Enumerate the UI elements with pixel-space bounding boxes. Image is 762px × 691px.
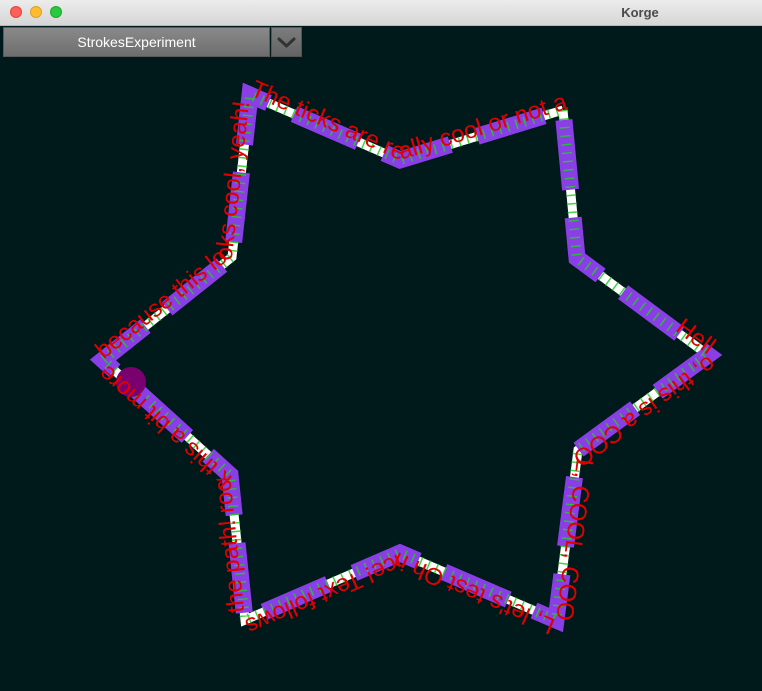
path-text-content: Hello, this is a COOL, COOL, COOL, let's… bbox=[0, 58, 721, 640]
path-text: Hello, this is a COOL, COOL, COOL, let's… bbox=[0, 58, 721, 640]
close-window-button[interactable] bbox=[10, 6, 22, 18]
stroke-base bbox=[96, 88, 716, 627]
star-stroke bbox=[89, 82, 723, 633]
window-title: Korge bbox=[621, 5, 659, 20]
stroke-dashes bbox=[89, 82, 723, 633]
stroke-ticks bbox=[95, 87, 717, 628]
scene-selector[interactable]: StrokesExperiment bbox=[3, 27, 270, 57]
minimize-window-button[interactable] bbox=[30, 6, 42, 18]
chevron-down-icon bbox=[277, 37, 296, 48]
maximize-window-button[interactable] bbox=[50, 6, 62, 18]
scene-dropdown-button[interactable] bbox=[271, 27, 302, 57]
stroke-canvas[interactable]: Hello, this is a COOL, COOL, COOL, let's… bbox=[0, 58, 762, 691]
window-titlebar: Korge bbox=[0, 0, 762, 26]
